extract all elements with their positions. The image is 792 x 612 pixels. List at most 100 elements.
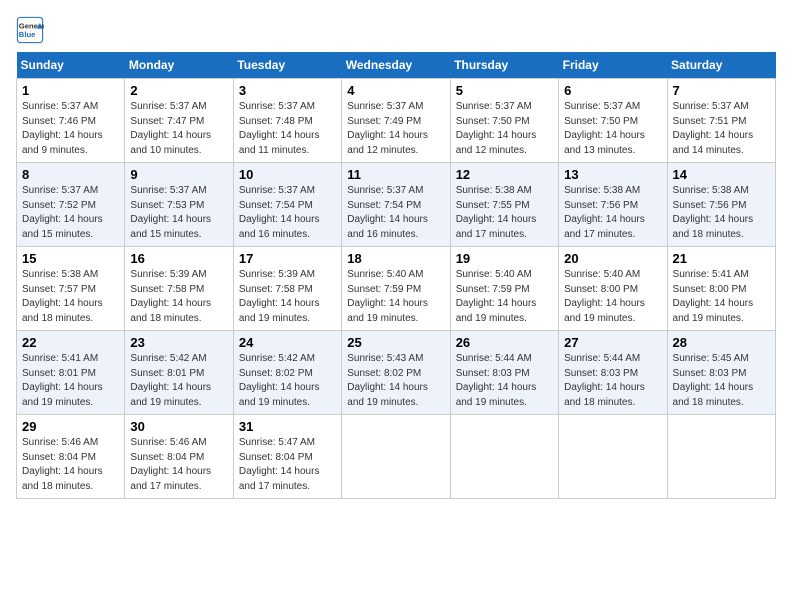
calendar-cell: 11 Sunrise: 5:37 AMSunset: 7:54 PMDayligh… bbox=[342, 163, 450, 247]
day-number: 23 bbox=[130, 335, 227, 350]
day-detail: Sunrise: 5:37 AMSunset: 7:49 PMDaylight:… bbox=[347, 100, 444, 158]
calendar-cell: 28 Sunrise: 5:45 AMSunset: 8:03 PMDayligh… bbox=[667, 331, 775, 415]
calendar-cell: 26 Sunrise: 5:44 AMSunset: 8:03 PMDayligh… bbox=[450, 331, 558, 415]
day-detail: Sunrise: 5:46 AMSunset: 8:04 PMDaylight:… bbox=[130, 436, 227, 494]
day-number: 17 bbox=[239, 251, 336, 266]
day-number: 24 bbox=[239, 335, 336, 350]
day-number: 6 bbox=[564, 83, 661, 98]
day-number: 30 bbox=[130, 419, 227, 434]
day-detail: Sunrise: 5:39 AMSunset: 7:58 PMDaylight:… bbox=[239, 268, 336, 326]
weekday-header-sunday: Sunday bbox=[17, 52, 125, 79]
day-detail: Sunrise: 5:43 AMSunset: 8:02 PMDaylight:… bbox=[347, 352, 444, 410]
day-number: 15 bbox=[22, 251, 119, 266]
day-number: 2 bbox=[130, 83, 227, 98]
day-detail: Sunrise: 5:40 AMSunset: 8:00 PMDaylight:… bbox=[564, 268, 661, 326]
svg-text:Blue: Blue bbox=[19, 30, 36, 39]
day-detail: Sunrise: 5:46 AMSunset: 8:04 PMDaylight:… bbox=[22, 436, 119, 494]
calendar-cell: 8 Sunrise: 5:37 AMSunset: 7:52 PMDaylight… bbox=[17, 163, 125, 247]
day-number: 5 bbox=[456, 83, 553, 98]
day-number: 26 bbox=[456, 335, 553, 350]
day-number: 27 bbox=[564, 335, 661, 350]
day-detail: Sunrise: 5:41 AMSunset: 8:01 PMDaylight:… bbox=[22, 352, 119, 410]
day-detail: Sunrise: 5:40 AMSunset: 7:59 PMDaylight:… bbox=[347, 268, 444, 326]
day-number: 4 bbox=[347, 83, 444, 98]
logo-icon: General Blue bbox=[16, 16, 44, 44]
day-detail: Sunrise: 5:37 AMSunset: 7:52 PMDaylight:… bbox=[22, 184, 119, 242]
calendar-cell: 5Sunrise: 5:37 AMSunset: 7:50 PMDaylight… bbox=[450, 79, 558, 163]
logo: General Blue bbox=[16, 16, 44, 44]
calendar-cell: 22 Sunrise: 5:41 AMSunset: 8:01 PMDayligh… bbox=[17, 331, 125, 415]
weekday-header-saturday: Saturday bbox=[667, 52, 775, 79]
day-number: 22 bbox=[22, 335, 119, 350]
day-detail: Sunrise: 5:44 AMSunset: 8:03 PMDaylight:… bbox=[564, 352, 661, 410]
calendar-cell bbox=[559, 415, 667, 499]
day-number: 12 bbox=[456, 167, 553, 182]
calendar-cell: 10Sunrise: 5:37 AMSunset: 7:54 PMDayligh… bbox=[233, 163, 341, 247]
calendar-cell bbox=[342, 415, 450, 499]
day-detail: Sunrise: 5:37 AMSunset: 7:46 PMDaylight:… bbox=[22, 100, 119, 158]
day-detail: Sunrise: 5:37 AMSunset: 7:50 PMDaylight:… bbox=[564, 100, 661, 158]
calendar-table: SundayMondayTuesdayWednesdayThursdayFrid… bbox=[16, 52, 776, 499]
day-number: 29 bbox=[22, 419, 119, 434]
day-detail: Sunrise: 5:37 AMSunset: 7:54 PMDaylight:… bbox=[347, 184, 444, 242]
day-detail: Sunrise: 5:41 AMSunset: 8:00 PMDaylight:… bbox=[673, 268, 770, 326]
day-detail: Sunrise: 5:45 AMSunset: 8:03 PMDaylight:… bbox=[673, 352, 770, 410]
day-number: 3 bbox=[239, 83, 336, 98]
calendar-cell: 3 Sunrise: 5:37 AMSunset: 7:48 PMDaylight… bbox=[233, 79, 341, 163]
day-detail: Sunrise: 5:37 AMSunset: 7:48 PMDaylight:… bbox=[239, 100, 336, 158]
day-detail: Sunrise: 5:37 AMSunset: 7:54 PMDaylight:… bbox=[239, 184, 336, 242]
calendar-cell: 9Sunrise: 5:37 AMSunset: 7:53 PMDaylight… bbox=[125, 163, 233, 247]
calendar-cell: 19 Sunrise: 5:40 AMSunset: 7:59 PMDayligh… bbox=[450, 247, 558, 331]
day-number: 9 bbox=[130, 167, 227, 182]
calendar-cell: 27 Sunrise: 5:44 AMSunset: 8:03 PMDayligh… bbox=[559, 331, 667, 415]
day-detail: Sunrise: 5:47 AMSunset: 8:04 PMDaylight:… bbox=[239, 436, 336, 494]
calendar-cell: 31 Sunrise: 5:47 AMSunset: 8:04 PMDayligh… bbox=[233, 415, 341, 499]
day-number: 19 bbox=[456, 251, 553, 266]
day-detail: Sunrise: 5:42 AMSunset: 8:01 PMDaylight:… bbox=[130, 352, 227, 410]
day-number: 16 bbox=[130, 251, 227, 266]
day-number: 21 bbox=[673, 251, 770, 266]
calendar-cell: 6 Sunrise: 5:37 AMSunset: 7:50 PMDaylight… bbox=[559, 79, 667, 163]
calendar-cell: 20 Sunrise: 5:40 AMSunset: 8:00 PMDayligh… bbox=[559, 247, 667, 331]
calendar-cell: 30 Sunrise: 5:46 AMSunset: 8:04 PMDayligh… bbox=[125, 415, 233, 499]
calendar-cell: 13 Sunrise: 5:38 AMSunset: 7:56 PMDayligh… bbox=[559, 163, 667, 247]
calendar-cell: 1Sunrise: 5:37 AMSunset: 7:46 PMDaylight… bbox=[17, 79, 125, 163]
weekday-header-monday: Monday bbox=[125, 52, 233, 79]
day-detail: Sunrise: 5:39 AMSunset: 7:58 PMDaylight:… bbox=[130, 268, 227, 326]
calendar-cell: 17 Sunrise: 5:39 AMSunset: 7:58 PMDayligh… bbox=[233, 247, 341, 331]
calendar-cell: 14Sunrise: 5:38 AMSunset: 7:56 PMDayligh… bbox=[667, 163, 775, 247]
day-number: 14 bbox=[673, 167, 770, 182]
calendar-cell bbox=[450, 415, 558, 499]
calendar-cell bbox=[667, 415, 775, 499]
day-number: 13 bbox=[564, 167, 661, 182]
day-number: 31 bbox=[239, 419, 336, 434]
day-detail: Sunrise: 5:38 AMSunset: 7:55 PMDaylight:… bbox=[456, 184, 553, 242]
day-number: 28 bbox=[673, 335, 770, 350]
calendar-cell: 25 Sunrise: 5:43 AMSunset: 8:02 PMDayligh… bbox=[342, 331, 450, 415]
day-number: 7 bbox=[673, 83, 770, 98]
calendar-cell: 29 Sunrise: 5:46 AMSunset: 8:04 PMDayligh… bbox=[17, 415, 125, 499]
day-detail: Sunrise: 5:37 AMSunset: 7:47 PMDaylight:… bbox=[130, 100, 227, 158]
day-number: 25 bbox=[347, 335, 444, 350]
day-number: 20 bbox=[564, 251, 661, 266]
day-detail: Sunrise: 5:44 AMSunset: 8:03 PMDaylight:… bbox=[456, 352, 553, 410]
calendar-cell: 12 Sunrise: 5:38 AMSunset: 7:55 PMDayligh… bbox=[450, 163, 558, 247]
calendar-cell: 18 Sunrise: 5:40 AMSunset: 7:59 PMDayligh… bbox=[342, 247, 450, 331]
day-detail: Sunrise: 5:38 AMSunset: 7:57 PMDaylight:… bbox=[22, 268, 119, 326]
page-header: General Blue bbox=[16, 16, 776, 44]
day-detail: Sunrise: 5:38 AMSunset: 7:56 PMDaylight:… bbox=[564, 184, 661, 242]
day-number: 8 bbox=[22, 167, 119, 182]
calendar-cell: 21 Sunrise: 5:41 AMSunset: 8:00 PMDayligh… bbox=[667, 247, 775, 331]
day-detail: Sunrise: 5:42 AMSunset: 8:02 PMDaylight:… bbox=[239, 352, 336, 410]
calendar-cell: 24 Sunrise: 5:42 AMSunset: 8:02 PMDayligh… bbox=[233, 331, 341, 415]
calendar-cell: 7 Sunrise: 5:37 AMSunset: 7:51 PMDaylight… bbox=[667, 79, 775, 163]
weekday-header-tuesday: Tuesday bbox=[233, 52, 341, 79]
day-detail: Sunrise: 5:40 AMSunset: 7:59 PMDaylight:… bbox=[456, 268, 553, 326]
day-number: 18 bbox=[347, 251, 444, 266]
calendar-cell: 16 Sunrise: 5:39 AMSunset: 7:58 PMDayligh… bbox=[125, 247, 233, 331]
weekday-header-wednesday: Wednesday bbox=[342, 52, 450, 79]
day-number: 11 bbox=[347, 167, 444, 182]
day-detail: Sunrise: 5:37 AMSunset: 7:51 PMDaylight:… bbox=[673, 100, 770, 158]
calendar-cell: 23 Sunrise: 5:42 AMSunset: 8:01 PMDayligh… bbox=[125, 331, 233, 415]
calendar-cell: 15 Sunrise: 5:38 AMSunset: 7:57 PMDayligh… bbox=[17, 247, 125, 331]
